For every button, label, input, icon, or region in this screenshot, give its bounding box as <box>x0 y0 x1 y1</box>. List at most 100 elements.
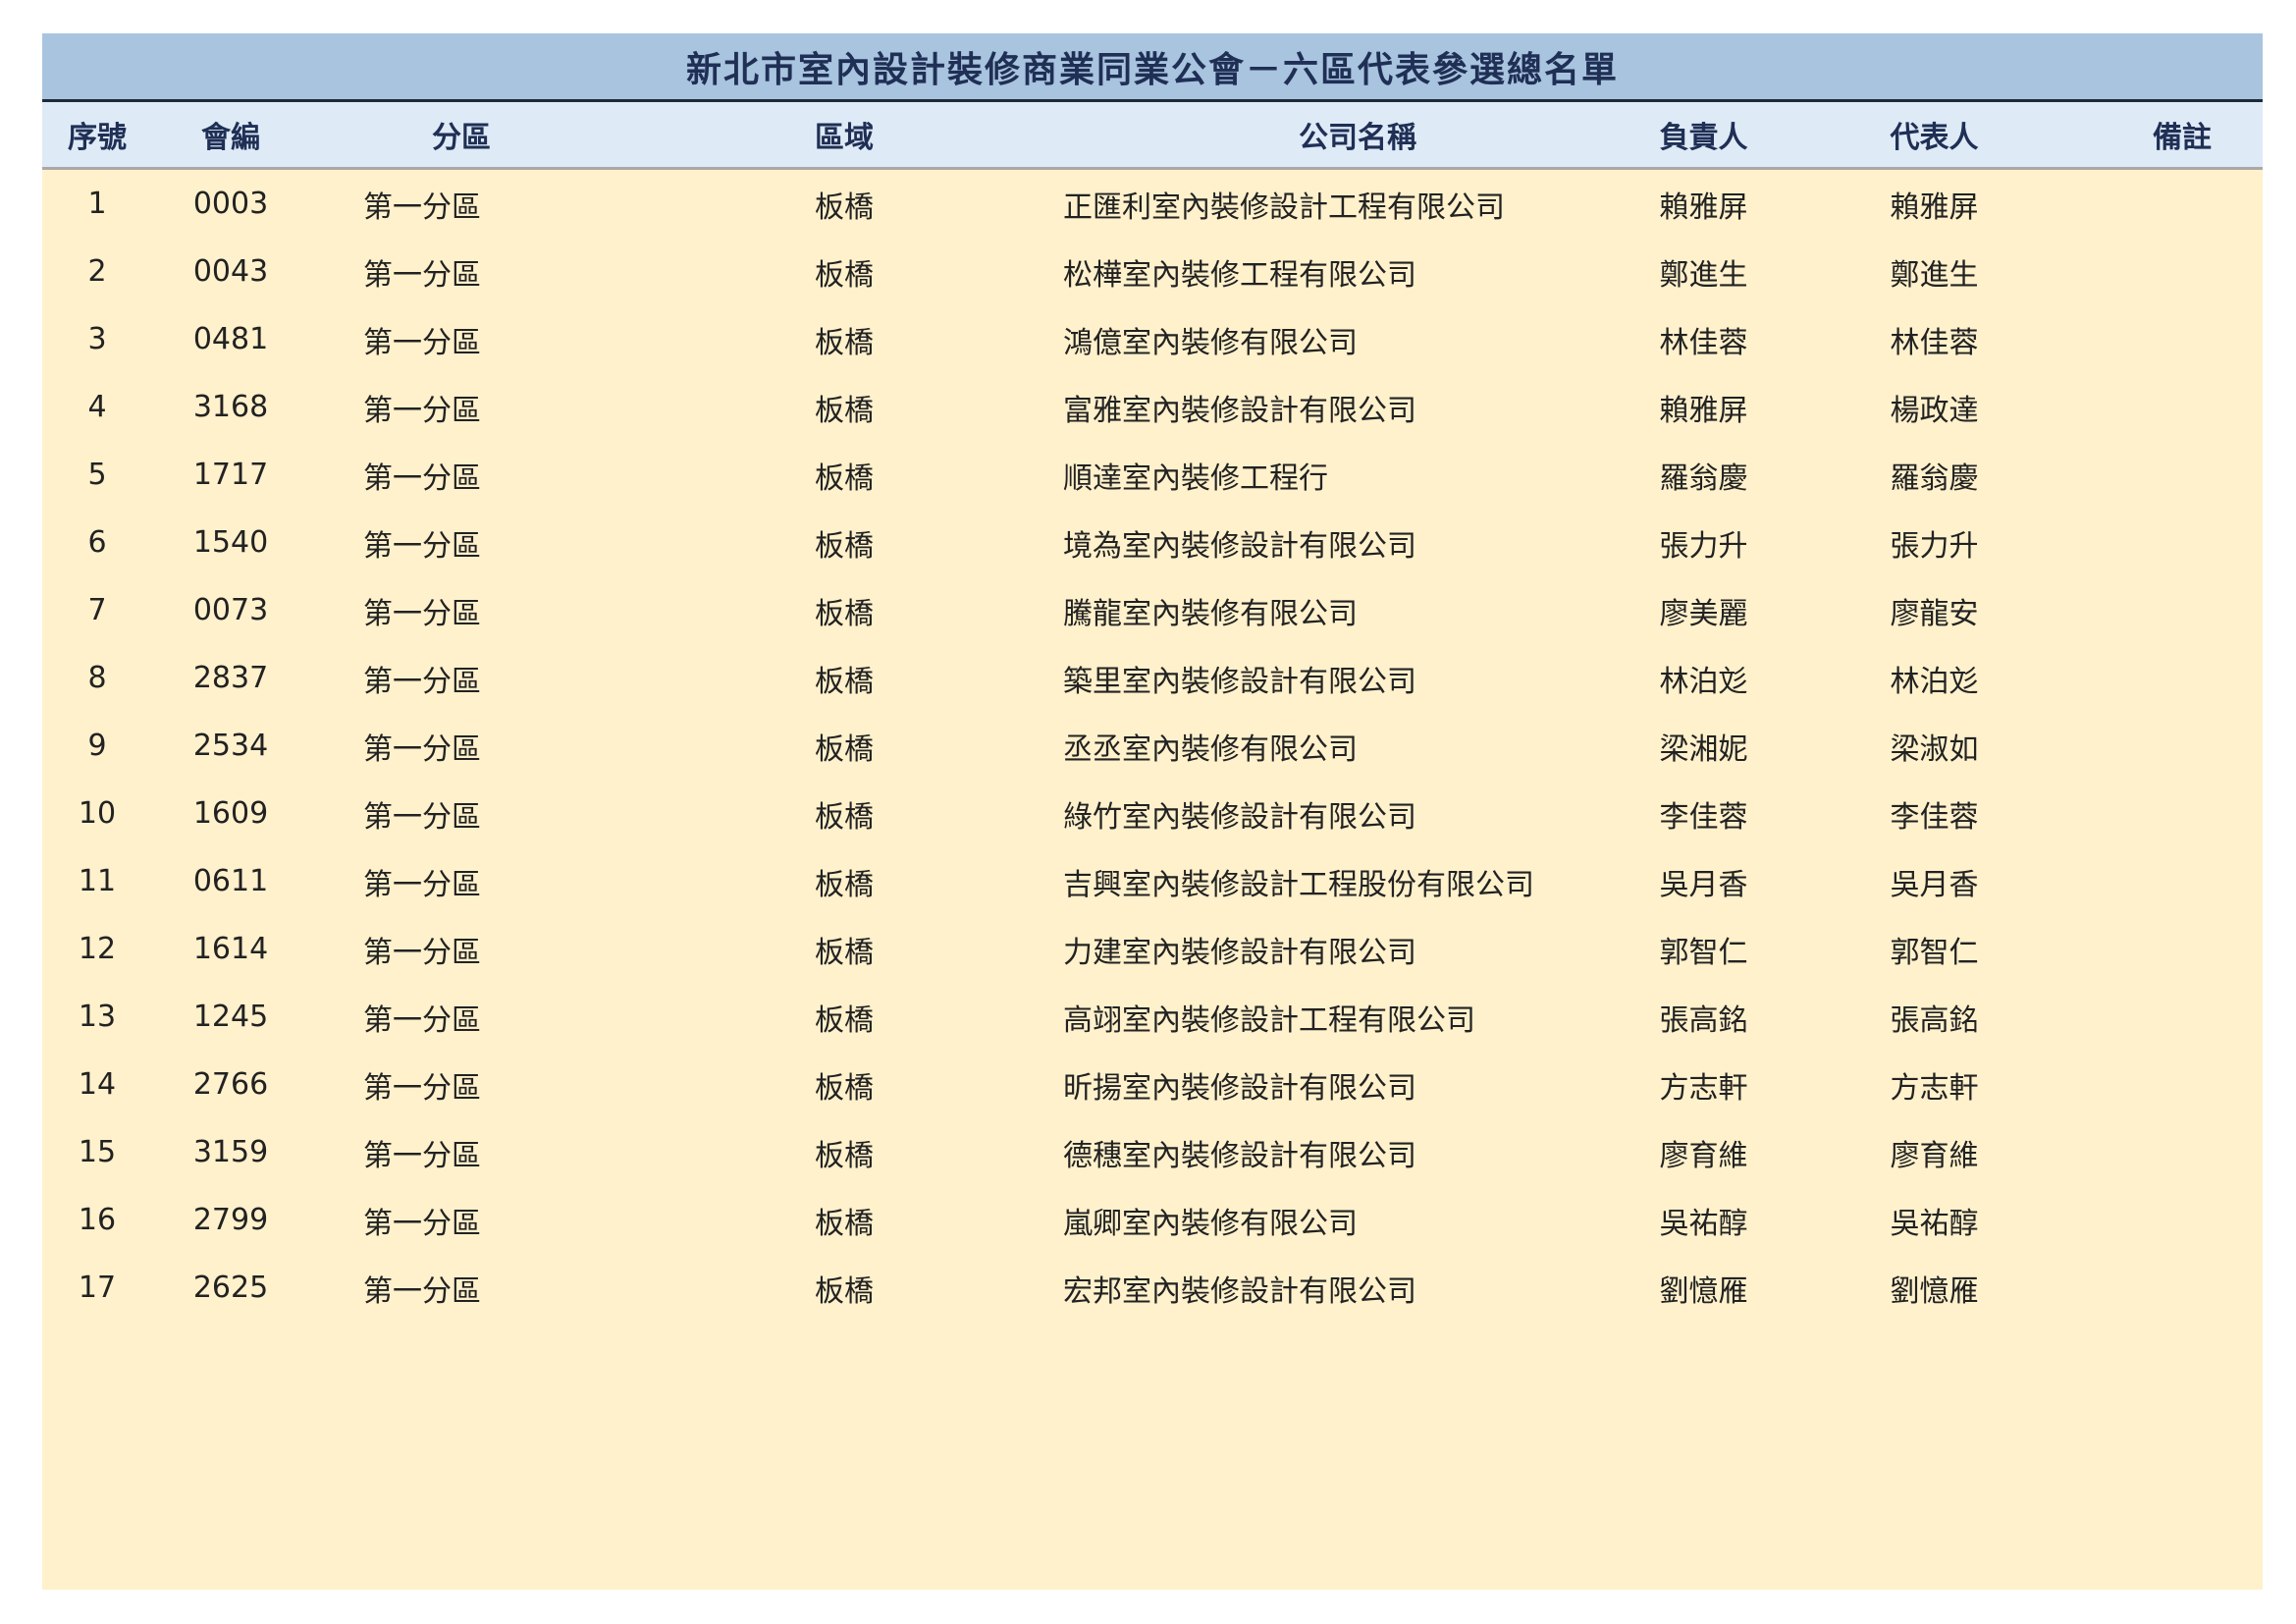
candidate-list-sheet: 新北市室內設計裝修商業同業公會－六區代表參選總名單 序號 會編 分區 區域 公司… <box>42 33 2263 1590</box>
cell-member-code: 2837 <box>192 661 269 695</box>
cell-representative: 梁淑如 <box>1890 731 1979 767</box>
cell-representative: 張高銘 <box>1890 1002 1979 1038</box>
cell-division: 第一分區 <box>363 867 481 902</box>
cell-serial-no: 2 <box>87 254 107 289</box>
cell-member-code: 2625 <box>192 1271 269 1305</box>
cell-note <box>2104 238 2261 305</box>
cell-representative: 賴雅屏 <box>1890 189 1979 225</box>
cell-company-name: 鴻億室內裝修有限公司 <box>1063 325 1358 360</box>
cell-division: 第一分區 <box>363 189 481 225</box>
cell-serial-no: 7 <box>87 593 107 627</box>
cell-company-name: 昕揚室內裝修設計有限公司 <box>1063 1070 1416 1106</box>
cell-representative: 林泊彣 <box>1890 664 1979 699</box>
cell-note <box>2104 983 2261 1051</box>
cell-member-code: 1614 <box>192 932 269 966</box>
cell-area: 板橋 <box>815 1138 874 1173</box>
cell-note <box>2104 780 2261 847</box>
cell-serial-no: 8 <box>87 661 107 695</box>
cell-responsible: 梁湘妮 <box>1659 731 1748 767</box>
cell-serial-no: 17 <box>78 1271 117 1305</box>
cell-area: 板橋 <box>815 867 874 902</box>
cell-company-name: 正匯利室內裝修設計工程有限公司 <box>1063 189 1505 225</box>
cell-note <box>2104 170 2261 238</box>
cell-responsible: 郭智仁 <box>1659 935 1748 970</box>
cell-responsible: 吳祐醇 <box>1659 1206 1748 1241</box>
cell-member-code: 1609 <box>192 796 269 831</box>
cell-serial-no: 14 <box>78 1067 117 1102</box>
cell-representative: 吳祐醇 <box>1890 1206 1979 1241</box>
cell-note <box>2104 441 2261 509</box>
header-representative: 代表人 <box>1890 121 1979 155</box>
cell-responsible: 張高銘 <box>1659 1002 1748 1038</box>
cell-serial-no: 10 <box>78 796 117 831</box>
cell-area: 板橋 <box>815 393 874 428</box>
header-division: 分區 <box>432 121 491 155</box>
header-note: 備註 <box>2153 121 2212 155</box>
table-row: 2 0043 第一分區 板橋 松樺室內裝修工程有限公司 鄭進生 鄭進生 <box>42 238 2263 305</box>
cell-member-code: 1540 <box>192 525 269 560</box>
cell-note <box>2104 847 2261 915</box>
cell-responsible: 李佳蓉 <box>1659 799 1748 835</box>
cell-area: 板橋 <box>815 1273 874 1309</box>
table-row: 16 2799 第一分區 板橋 嵐卿室內裝修有限公司 吳祐醇 吳祐醇 <box>42 1186 2263 1254</box>
cell-division: 第一分區 <box>363 664 481 699</box>
cell-division: 第一分區 <box>363 528 481 564</box>
cell-company-name: 騰龍室內裝修有限公司 <box>1063 596 1358 631</box>
cell-division: 第一分區 <box>363 460 481 496</box>
cell-area: 板橋 <box>815 1206 874 1241</box>
cell-representative: 方志軒 <box>1890 1070 1979 1106</box>
cell-serial-no: 13 <box>78 1000 117 1034</box>
cell-note <box>2104 1118 2261 1186</box>
cell-serial-no: 15 <box>78 1135 117 1169</box>
cell-area: 板橋 <box>815 460 874 496</box>
cell-area: 板橋 <box>815 664 874 699</box>
cell-serial-no: 4 <box>87 390 107 424</box>
cell-member-code: 0611 <box>192 864 269 898</box>
cell-responsible: 羅翁慶 <box>1659 460 1748 496</box>
cell-responsible: 廖美麗 <box>1659 596 1748 631</box>
header-member-code: 會編 <box>201 121 260 155</box>
cell-responsible: 林佳蓉 <box>1659 325 1748 360</box>
cell-company-name: 順達室內裝修工程行 <box>1063 460 1328 496</box>
cell-company-name: 富雅室內裝修設計有限公司 <box>1063 393 1416 428</box>
cell-note <box>2104 1254 2261 1322</box>
header-area: 區域 <box>815 121 874 155</box>
cell-area: 板橋 <box>815 325 874 360</box>
table-row: 14 2766 第一分區 板橋 昕揚室內裝修設計有限公司 方志軒 方志軒 <box>42 1051 2263 1118</box>
cell-responsible: 劉憶雁 <box>1659 1273 1748 1309</box>
cell-responsible: 賴雅屏 <box>1659 393 1748 428</box>
table-row: 13 1245 第一分區 板橋 高翊室內裝修設計工程有限公司 張高銘 張高銘 <box>42 983 2263 1051</box>
cell-note <box>2104 509 2261 576</box>
cell-area: 板橋 <box>815 189 874 225</box>
cell-note <box>2104 576 2261 644</box>
cell-representative: 廖龍安 <box>1890 596 1979 631</box>
cell-serial-no: 12 <box>78 932 117 966</box>
cell-member-code: 2534 <box>192 729 269 763</box>
table-header: 序號 會編 分區 區域 公司名稱 負責人 代表人 備註 <box>42 102 2263 170</box>
cell-responsible: 鄭進生 <box>1659 257 1748 293</box>
cell-member-code: 3168 <box>192 390 269 424</box>
cell-division: 第一分區 <box>363 1273 481 1309</box>
table-row: 9 2534 第一分區 板橋 丞丞室內裝修有限公司 梁湘妮 梁淑如 <box>42 712 2263 780</box>
cell-note <box>2104 1186 2261 1254</box>
cell-area: 板橋 <box>815 596 874 631</box>
cell-responsible: 林泊彣 <box>1659 664 1748 699</box>
cell-member-code: 0043 <box>192 254 269 289</box>
cell-division: 第一分區 <box>363 596 481 631</box>
cell-representative: 楊政達 <box>1890 393 1979 428</box>
table-row: 10 1609 第一分區 板橋 綠竹室內裝修設計有限公司 李佳蓉 李佳蓉 <box>42 780 2263 847</box>
cell-note <box>2104 305 2261 373</box>
table-row: 1 0003 第一分區 板橋 正匯利室內裝修設計工程有限公司 賴雅屏 賴雅屏 <box>42 170 2263 238</box>
cell-company-name: 力建室內裝修設計有限公司 <box>1063 935 1416 970</box>
cell-serial-no: 16 <box>78 1203 117 1237</box>
table-row: 12 1614 第一分區 板橋 力建室內裝修設計有限公司 郭智仁 郭智仁 <box>42 915 2263 983</box>
cell-company-name: 宏邦室內裝修設計有限公司 <box>1063 1273 1416 1309</box>
cell-representative: 吳月香 <box>1890 867 1979 902</box>
cell-member-code: 2766 <box>192 1067 269 1102</box>
cell-company-name: 築里室內裝修設計有限公司 <box>1063 664 1416 699</box>
cell-responsible: 賴雅屏 <box>1659 189 1748 225</box>
cell-responsible: 吳月香 <box>1659 867 1748 902</box>
cell-serial-no: 5 <box>87 458 107 492</box>
cell-member-code: 1717 <box>192 458 269 492</box>
cell-division: 第一分區 <box>363 935 481 970</box>
